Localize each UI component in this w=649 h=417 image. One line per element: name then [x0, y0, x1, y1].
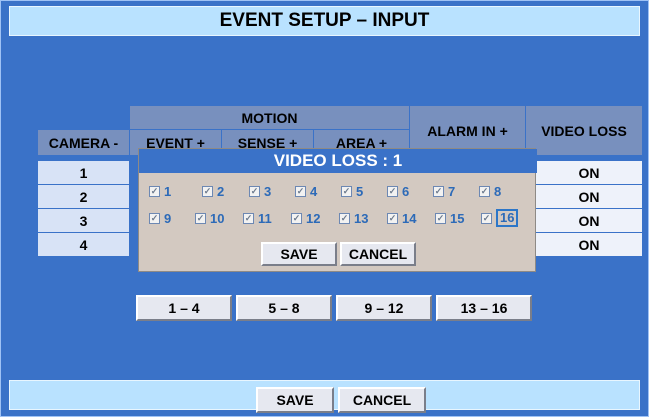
- channel-10-checkbox[interactable]: ✓ 10: [195, 210, 224, 226]
- camera-number: 1: [38, 161, 130, 185]
- camera-number: 4: [38, 233, 130, 257]
- checkbox-icon: ✓: [479, 185, 490, 197]
- motion-header: MOTION: [130, 106, 410, 130]
- channel-14-checkbox[interactable]: ✓ 14: [387, 210, 416, 226]
- checkbox-icon: ✓: [341, 185, 352, 197]
- checkbox-icon: ✓: [435, 212, 446, 224]
- channel-6-checkbox[interactable]: ✓ 6: [387, 183, 409, 199]
- page-title: EVENT SETUP – INPUT: [9, 6, 640, 36]
- channel-8-checkbox[interactable]: ✓ 8: [479, 183, 501, 199]
- checkbox-icon: ✓: [291, 212, 302, 224]
- camera-number: 2: [38, 185, 130, 209]
- checkbox-icon: ✓: [339, 212, 350, 224]
- page-button-9-12[interactable]: 9 – 12: [336, 295, 432, 321]
- video-loss-value[interactable]: ON: [536, 209, 642, 233]
- checkbox-icon: ✓: [149, 212, 160, 224]
- video-loss-header: VIDEO LOSS: [526, 106, 642, 156]
- checkbox-icon: ✓: [243, 212, 254, 224]
- channel-11-checkbox[interactable]: ✓ 11: [243, 210, 272, 226]
- video-loss-dialog: VIDEO LOSS : 1 ✓ 1 ✓ 2 ✓ 3 ✓ 4 ✓ 5 ✓ 6 ✓ 7 ✓ 8 ✓…: [138, 148, 537, 272]
- channel-13-checkbox[interactable]: ✓ 13: [339, 210, 368, 226]
- channel-3-checkbox[interactable]: ✓ 3: [249, 183, 271, 199]
- checkbox-icon: ✓: [249, 185, 260, 197]
- page-button-1-4[interactable]: 1 – 4: [136, 295, 232, 321]
- checkbox-icon: ✓: [481, 212, 492, 224]
- dialog-title: VIDEO LOSS : 1: [139, 149, 537, 173]
- channel-9-checkbox[interactable]: ✓ 9: [149, 210, 171, 226]
- checkbox-icon: ✓: [195, 212, 206, 224]
- video-loss-value[interactable]: ON: [536, 233, 642, 257]
- checkbox-icon: ✓: [433, 185, 444, 197]
- camera-number: 3: [38, 209, 130, 233]
- dialog-cancel-button[interactable]: CANCEL: [340, 242, 416, 266]
- cancel-button[interactable]: CANCEL: [338, 387, 426, 413]
- checkbox-icon: ✓: [202, 185, 213, 197]
- checkbox-icon: ✓: [149, 185, 160, 197]
- channel-15-checkbox[interactable]: ✓ 15: [435, 210, 464, 226]
- channel-7-checkbox[interactable]: ✓ 7: [433, 183, 455, 199]
- page-button-5-8[interactable]: 5 – 8: [236, 295, 332, 321]
- video-loss-value[interactable]: ON: [536, 185, 642, 209]
- save-button[interactable]: SAVE: [256, 387, 334, 413]
- dialog-save-button[interactable]: SAVE: [261, 242, 337, 266]
- channel-4-checkbox[interactable]: ✓ 4: [295, 183, 317, 199]
- channel-16-checkbox[interactable]: ✓ 16: [481, 208, 519, 228]
- checkbox-icon: ✓: [295, 185, 306, 197]
- channel-2-checkbox[interactable]: ✓ 2: [202, 183, 224, 199]
- channel-5-checkbox[interactable]: ✓ 5: [341, 183, 363, 199]
- checkbox-icon: ✓: [387, 185, 398, 197]
- page-button-13-16[interactable]: 13 – 16: [436, 295, 532, 321]
- video-loss-value[interactable]: ON: [536, 161, 642, 185]
- channel-1-checkbox[interactable]: ✓ 1: [149, 183, 171, 199]
- checkbox-icon: ✓: [387, 212, 398, 224]
- channel-12-checkbox[interactable]: ✓ 12: [291, 210, 320, 226]
- camera-header[interactable]: CAMERA -: [38, 130, 130, 156]
